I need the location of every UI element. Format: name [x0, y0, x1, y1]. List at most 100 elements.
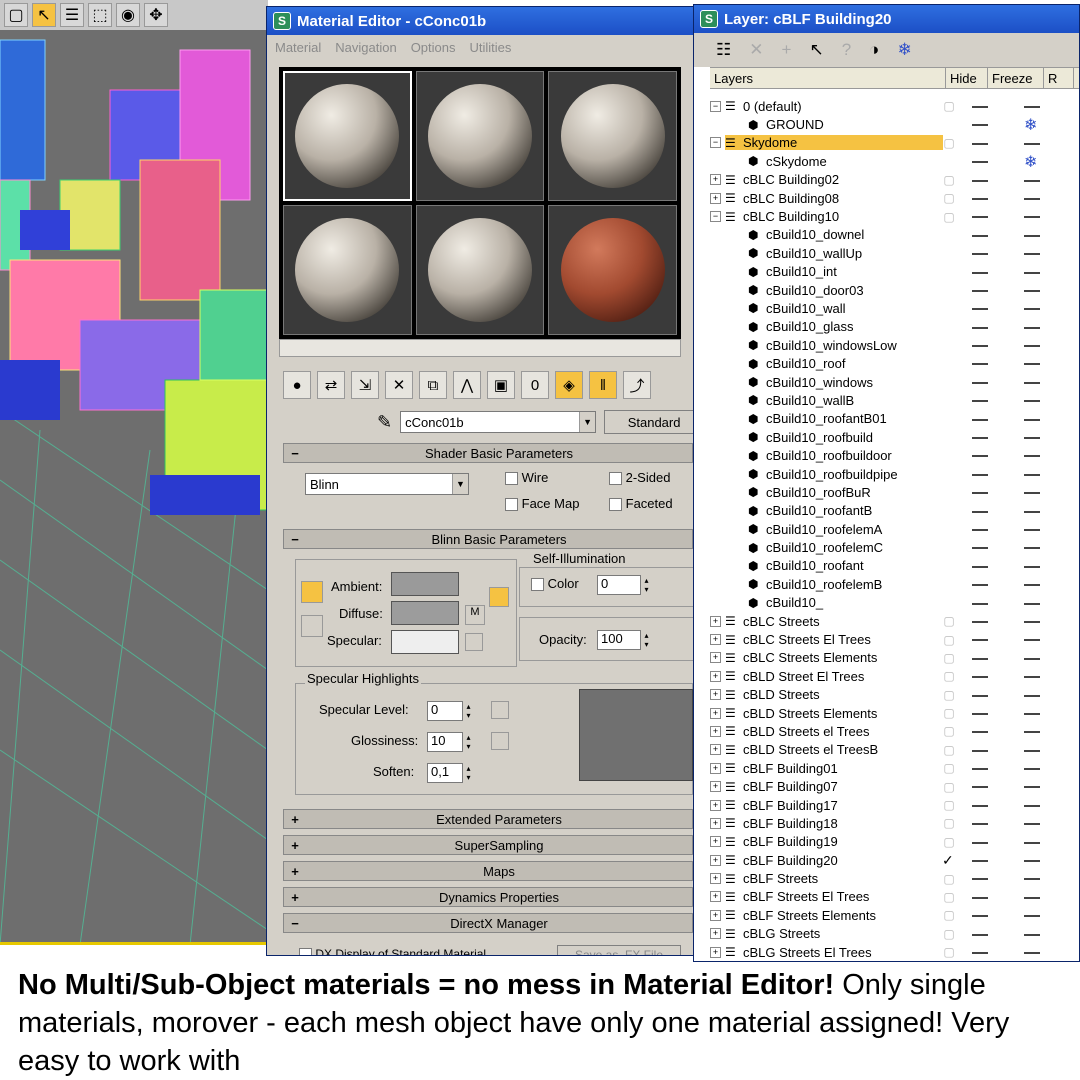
expand-icon[interactable]: + — [710, 781, 721, 793]
expand-icon[interactable]: + — [710, 946, 721, 958]
hide-toggle[interactable] — [972, 197, 988, 200]
layer-row[interactable]: + ☰ cBLF Building01 ▢ — [710, 759, 1079, 777]
sample-slot[interactable] — [548, 205, 677, 335]
menu-material[interactable]: Material — [275, 40, 321, 55]
layer-row[interactable]: + ☰ cBLD Streets ▢ — [710, 686, 1079, 704]
wire-option[interactable]: Wire — [505, 470, 548, 486]
freeze-toggle[interactable] — [1024, 253, 1040, 256]
show-map-in-viewport-icon[interactable]: ◈ — [555, 371, 583, 399]
layer-row[interactable]: + ☰ cBLF Streets Elements ▢ — [710, 906, 1079, 924]
freeze-toggle[interactable] — [1024, 547, 1040, 550]
expand-icon[interactable]: + — [710, 670, 721, 682]
hide-toggle[interactable] — [972, 786, 988, 789]
current-layer-box[interactable]: ▢ — [942, 191, 956, 205]
show-end-result-icon[interactable]: ‖ — [589, 371, 617, 399]
layer-row[interactable]: + ☰ cBLD Streets el Trees ▢ — [710, 722, 1079, 740]
hide-unhide-all-icon[interactable]: ◑ — [869, 40, 879, 60]
freeze-toggle[interactable] — [1024, 731, 1040, 734]
put-to-library-icon[interactable]: ▣ — [487, 371, 515, 399]
object-row[interactable]: ⬢ cBuild10_roofantB01 — [710, 410, 1079, 428]
layer-row[interactable]: + ☰ cBLF Building07 ▢ — [710, 777, 1079, 795]
faceted-option[interactable]: Faceted — [609, 496, 673, 512]
freeze-toggle[interactable] — [1024, 473, 1040, 476]
object-row[interactable]: ⬢ cBuild10_wall — [710, 299, 1079, 317]
freeze-toggle[interactable] — [1024, 234, 1040, 237]
sample-slot[interactable] — [283, 71, 412, 201]
collapse-icon[interactable]: − — [710, 137, 721, 149]
freeze-toggle[interactable] — [1024, 639, 1040, 642]
layer-row[interactable]: + ☰ cBLF Building17 ▢ — [710, 796, 1079, 814]
make-unique-icon[interactable]: ⋀ — [453, 371, 481, 399]
column-render[interactable]: R — [1044, 68, 1074, 88]
expand-icon[interactable]: + — [710, 744, 721, 756]
object-row[interactable]: ⬢ GROUND ❄ — [710, 115, 1079, 134]
go-to-parent-icon[interactable]: ⤴ — [623, 371, 651, 399]
hide-toggle[interactable] — [972, 676, 988, 679]
material-name-field[interactable]: cConc01b ▼ — [400, 411, 597, 433]
hide-toggle[interactable] — [972, 657, 988, 660]
current-layer-box[interactable]: ▢ — [942, 816, 956, 830]
expand-icon[interactable]: + — [710, 799, 721, 811]
freeze-toggle[interactable] — [1024, 106, 1040, 108]
freeze-toggle[interactable] — [1024, 363, 1040, 366]
object-row[interactable]: ⬢ cBuild10_roofant — [710, 557, 1079, 575]
self-illum-color-checkbox[interactable] — [531, 578, 544, 592]
material-type-button[interactable]: Standard — [604, 410, 697, 434]
freeze-toggle[interactable] — [1024, 326, 1040, 329]
hide-toggle[interactable] — [972, 492, 988, 495]
layer-row[interactable]: + ☰ cBLG Streets El Trees ▢ — [710, 943, 1079, 961]
hide-toggle[interactable] — [972, 749, 988, 752]
expand-icon[interactable]: + — [710, 725, 721, 737]
hide-toggle[interactable] — [972, 271, 988, 274]
layer-manager-titlebar[interactable]: S Layer: cBLF Building20 — [694, 5, 1079, 33]
object-row[interactable]: ⬢ cBuild10_downel — [710, 226, 1079, 244]
object-row[interactable]: ⬢ cBuild10_door03 — [710, 281, 1079, 299]
object-row[interactable]: ⬢ cBuild10_roofbuildpipe — [710, 465, 1079, 483]
current-layer-box[interactable]: ▢ — [942, 872, 956, 886]
current-layer-box[interactable]: ▢ — [942, 669, 956, 683]
object-icon[interactable]: ▢ — [4, 3, 28, 27]
layer-row[interactable]: + ☰ cBLC Streets El Trees ▢ — [710, 630, 1079, 648]
rollout-directx[interactable]: − DirectX Manager — [283, 913, 693, 933]
current-layer-box[interactable]: ▢ — [942, 706, 956, 720]
current-layer-box[interactable]: ▢ — [942, 780, 956, 794]
menu-options[interactable]: Options — [411, 40, 456, 55]
collapse-icon[interactable]: − — [710, 100, 721, 112]
freeze-toggle[interactable] — [1024, 197, 1040, 200]
eyedropper-icon[interactable]: ✎ — [377, 412, 392, 433]
object-row[interactable]: ⬢ cBuild10_wallB — [710, 391, 1079, 409]
hide-toggle[interactable] — [972, 896, 988, 899]
freeze-toggle[interactable] — [1024, 400, 1040, 403]
freeze-toggle[interactable] — [1024, 381, 1040, 384]
layer-row[interactable]: − ☰ Skydome ▢ — [710, 134, 1079, 152]
specular-level-map-button[interactable] — [491, 701, 509, 719]
column-freeze[interactable]: Freeze — [988, 68, 1044, 88]
freeze-toggle[interactable] — [1024, 823, 1040, 826]
layer-row[interactable]: + ☰ cBLD Streets el TreesB ▢ — [710, 741, 1079, 759]
freeze-toggle[interactable] — [1024, 694, 1040, 697]
object-row[interactable]: ⬢ cBuild10_roofbuildoor — [710, 446, 1079, 464]
freeze-toggle[interactable] — [1024, 860, 1040, 863]
current-layer-box[interactable]: ▢ — [942, 890, 956, 904]
put-to-scene-icon[interactable]: ⇄ — [317, 371, 345, 399]
two-sided-option[interactable]: 2-Sided — [609, 470, 670, 486]
freeze-toggle[interactable] — [1024, 584, 1040, 587]
layer-row[interactable]: − ☰ cBLC Building10 ▢ — [710, 207, 1079, 225]
hide-toggle[interactable] — [972, 915, 988, 918]
freeze-toggle[interactable] — [1024, 216, 1040, 219]
help-icon[interactable]: ? — [842, 40, 851, 60]
hide-toggle[interactable] — [972, 289, 988, 292]
current-layer-box[interactable]: ▢ — [942, 651, 956, 665]
object-row[interactable]: ⬢ cBuild10_roof — [710, 354, 1079, 372]
snowflake-icon[interactable]: ❄ — [1024, 152, 1037, 172]
wire-checkbox[interactable] — [505, 472, 518, 486]
layer-row[interactable]: + ☰ cBLF Building18 ▢ — [710, 814, 1079, 832]
hide-toggle[interactable] — [972, 216, 988, 219]
opacity-input[interactable]: 100 — [597, 630, 654, 650]
layer-row[interactable]: + ☰ cBLD Streets Elements ▢ — [710, 704, 1079, 722]
chevron-down-icon[interactable]: ▼ — [579, 412, 596, 432]
freeze-toggle[interactable] — [1024, 437, 1040, 440]
freeze-toggle[interactable] — [1024, 712, 1040, 715]
object-row[interactable]: ⬢ cBuild10_roofelemC — [710, 538, 1079, 556]
layer-row[interactable]: + ☰ cBLG Streets ▢ — [710, 925, 1079, 943]
